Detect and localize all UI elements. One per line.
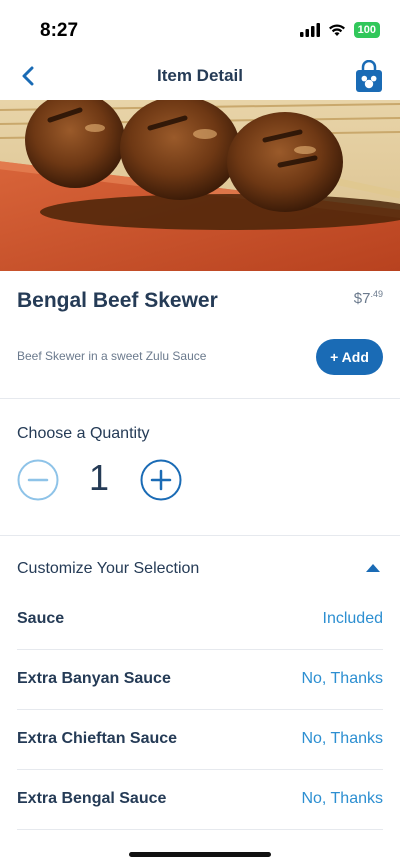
option-label: Extra Banyan Sauce: [17, 670, 171, 687]
decrease-quantity-button[interactable]: [17, 459, 59, 501]
option-value: No, Thanks: [301, 670, 383, 687]
option-row-extra-chieftan-sauce[interactable]: Extra Chieftan Sauce No, Thanks: [17, 710, 383, 770]
option-value: No, Thanks: [301, 790, 383, 807]
plus-circle-icon: [140, 459, 182, 501]
status-bar: 8:27 100: [0, 0, 400, 54]
option-row-extra-banyan-sauce[interactable]: Extra Banyan Sauce No, Thanks: [17, 650, 383, 710]
home-indicator[interactable]: [129, 852, 271, 857]
option-label: Sauce: [17, 610, 65, 627]
option-label: Extra Bengal Sauce: [17, 790, 167, 807]
shopping-bag-button[interactable]: [354, 59, 384, 94]
nav-bar: Item Detail: [0, 54, 400, 100]
status-icons: 100: [299, 22, 380, 38]
customize-section: Customize Your Selection Sauce Included …: [0, 536, 400, 866]
option-row-extra-bengal-sauce[interactable]: Extra Bengal Sauce No, Thanks: [17, 770, 383, 830]
wifi-icon: [328, 24, 345, 36]
add-button[interactable]: + Add: [316, 339, 383, 375]
quantity-section: Choose a Quantity 1: [0, 399, 400, 536]
quantity-value: 1: [88, 457, 110, 498]
minus-circle-icon: [17, 459, 59, 501]
customize-title: Customize Your Selection: [17, 560, 200, 577]
battery-indicator: 100: [353, 22, 380, 38]
price-dollars: $7: [353, 290, 371, 307]
option-value: No, Thanks: [301, 730, 383, 747]
item-price: $7.49: [354, 289, 383, 307]
cellular-signal-icon: [299, 23, 320, 37]
option-label: Extra Chieftan Sauce: [17, 730, 178, 747]
option-value: Included: [322, 610, 384, 627]
item-photo: [0, 100, 400, 271]
status-time: 8:27: [40, 20, 79, 41]
increase-quantity-button[interactable]: [140, 459, 182, 501]
price-cents: .49: [370, 289, 383, 299]
page-title: Item Detail: [157, 66, 243, 85]
item-name: Bengal Beef Skewer: [17, 289, 218, 312]
option-row-sauce[interactable]: Sauce Included: [17, 590, 383, 650]
mickey-shopping-bag-icon: [356, 59, 382, 92]
item-header: Bengal Beef Skewer $7.49 Beef Skewer in …: [0, 271, 400, 399]
item-description: Beef Skewer in a sweet Zulu Sauce: [17, 349, 207, 363]
quantity-label: Choose a Quantity: [17, 425, 150, 442]
caret-up-icon: [366, 564, 380, 572]
